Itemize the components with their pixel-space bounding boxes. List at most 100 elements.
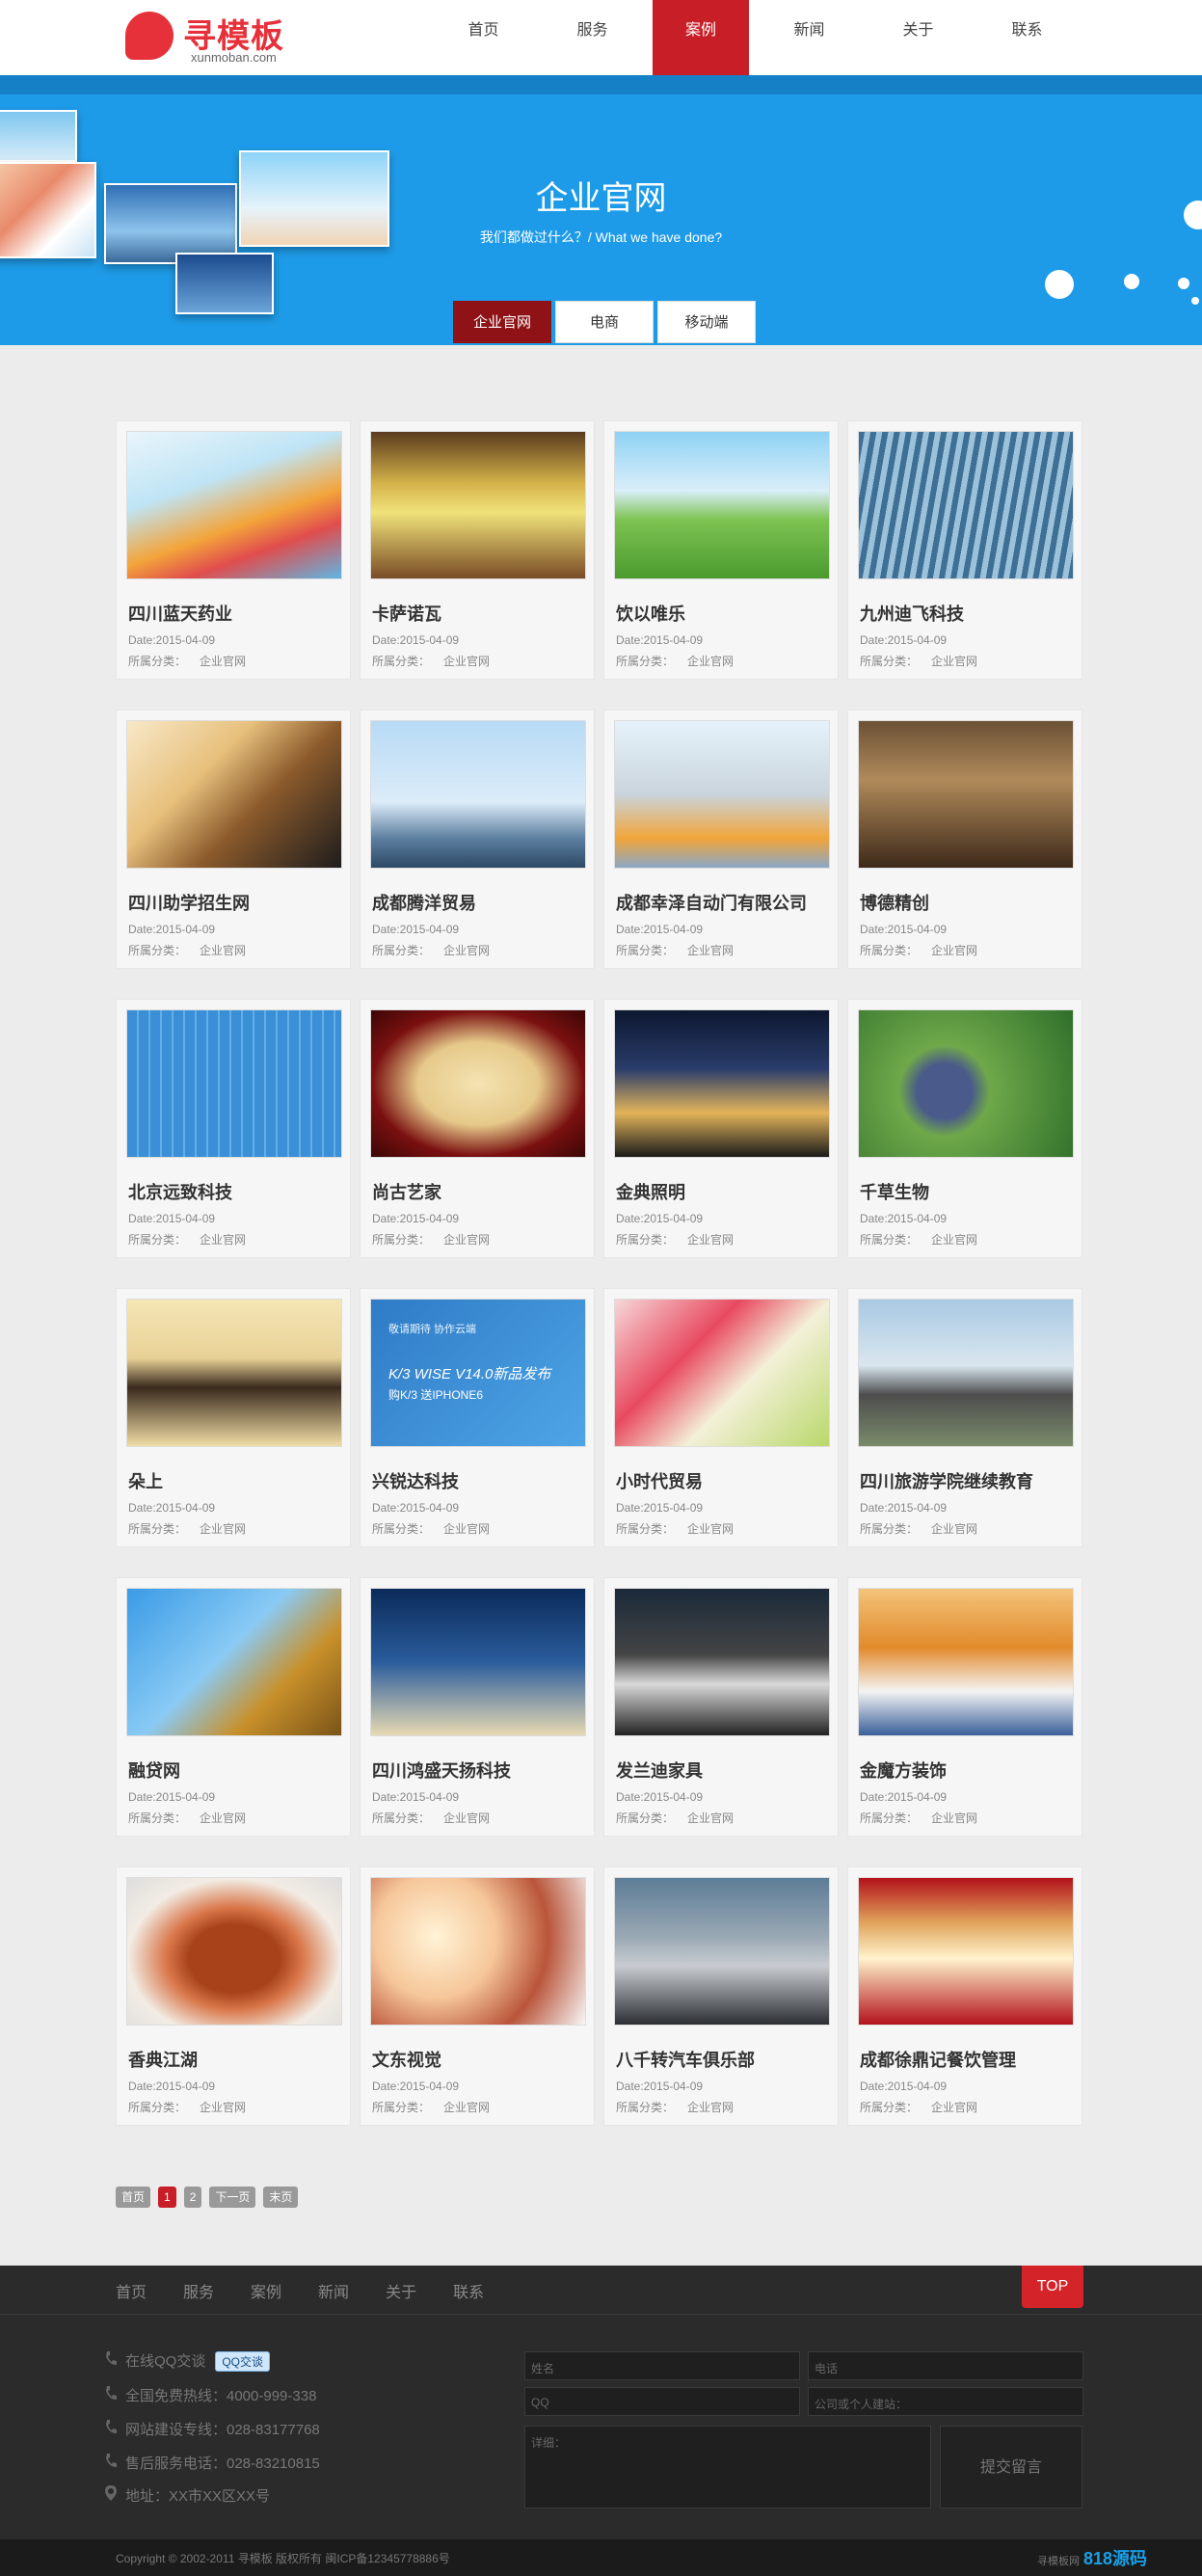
case-title[interactable]: 四川鸿盛天扬科技 [372,1758,511,1783]
case-title[interactable]: 融贷网 [128,1758,180,1783]
case-title[interactable]: 千草生物 [860,1179,929,1204]
case-category-value[interactable]: 企业官网 [931,944,977,957]
nav-services[interactable]: 服务 [538,0,647,75]
case-title[interactable]: 金魔方装饰 [860,1758,947,1783]
case-title[interactable]: 四川蓝天药业 [128,601,232,626]
case-title[interactable]: 香典江湖 [128,2047,198,2072]
case-category-value[interactable]: 企业官网 [200,1811,246,1825]
case-category-value[interactable]: 企业官网 [443,1233,490,1247]
tab-corporate[interactable]: 企业官网 [453,301,551,343]
case-card[interactable]: 四川蓝天药业 Date:2015-04-09 所属分类： 企业官网 [116,420,351,680]
case-category-value[interactable]: 企业官网 [687,655,734,668]
case-category-value[interactable]: 企业官网 [443,2101,490,2114]
case-thumbnail[interactable] [126,1588,342,1736]
case-thumbnail[interactable] [126,1877,342,2026]
case-thumbnail[interactable] [370,1588,586,1736]
page-2[interactable]: 2 [183,2187,202,2208]
nav-news[interactable]: 新闻 [755,0,864,75]
footer-nav-cases[interactable]: 案例 [251,2279,281,2302]
case-thumbnail[interactable] [614,1299,830,1447]
case-category-value[interactable]: 企业官网 [200,655,246,668]
case-card[interactable]: 九州迪飞科技 Date:2015-04-09 所属分类： 企业官网 [847,420,1082,680]
case-card[interactable]: 金魔方装饰 Date:2015-04-09 所属分类： 企业官网 [847,1577,1082,1837]
nav-cases[interactable]: 案例 [653,0,749,75]
qq-input[interactable]: QQ [524,2387,800,2416]
case-thumbnail[interactable] [370,1009,586,1158]
case-card[interactable]: 香典江湖 Date:2015-04-09 所属分类： 企业官网 [116,1866,351,2126]
case-card[interactable]: 尚古艺家 Date:2015-04-09 所属分类： 企业官网 [360,999,595,1258]
case-thumbnail[interactable] [614,1588,830,1736]
case-thumbnail[interactable] [858,1299,1074,1447]
case-category-value[interactable]: 企业官网 [200,1233,246,1247]
case-thumbnail[interactable] [858,1877,1074,2026]
case-category-value[interactable]: 企业官网 [443,944,490,957]
case-card[interactable]: 融贷网 Date:2015-04-09 所属分类： 企业官网 [116,1577,351,1837]
case-category-value[interactable]: 企业官网 [687,1233,734,1247]
case-card[interactable]: 敬请期待 协作云端 K/3 WISE V14.0新品发布 购K/3 送IPHONE6… [360,1288,595,1547]
case-title[interactable]: 小时代贸易 [616,1468,703,1493]
case-category-value[interactable]: 企业官网 [443,655,490,668]
case-category-value[interactable]: 企业官网 [443,1811,490,1825]
case-card[interactable]: 文东视觉 Date:2015-04-09 所属分类： 企业官网 [360,1866,595,2126]
case-card[interactable]: 金典照明 Date:2015-04-09 所属分类： 企业官网 [603,999,839,1258]
case-thumbnail[interactable] [614,1877,830,2026]
case-category-value[interactable]: 企业官网 [931,1811,977,1825]
footer-nav-home[interactable]: 首页 [116,2279,147,2302]
case-card[interactable]: 小时代贸易 Date:2015-04-09 所属分类： 企业官网 [603,1288,839,1547]
nav-home[interactable]: 首页 [429,0,538,75]
case-category-value[interactable]: 企业官网 [443,1522,490,1536]
case-card[interactable]: 四川旅游学院继续教育 Date:2015-04-09 所属分类： 企业官网 [847,1288,1082,1547]
case-title[interactable]: 八千转汽车俱乐部 [616,2047,755,2072]
case-thumbnail[interactable] [126,720,342,869]
case-title[interactable]: 尚古艺家 [372,1179,441,1204]
case-thumbnail[interactable]: 敬请期待 协作云端 K/3 WISE V14.0新品发布 购K/3 送IPHONE6 [370,1299,586,1447]
tab-ecommerce[interactable]: 电商 [555,301,654,343]
case-title[interactable]: 博德精创 [860,890,929,915]
site-input[interactable]: 公司或个人建站： [808,2387,1083,2416]
submit-message-button[interactable]: 提交留言 [940,2426,1082,2509]
case-title[interactable]: 兴锐达科技 [372,1468,459,1493]
case-thumbnail[interactable] [126,1299,342,1447]
case-card[interactable]: 成都腾洋贸易 Date:2015-04-09 所属分类： 企业官网 [360,710,595,969]
case-title[interactable]: 发兰迪家具 [616,1758,703,1783]
case-card[interactable]: 八千转汽车俱乐部 Date:2015-04-09 所属分类： 企业官网 [603,1866,839,2126]
name-input[interactable]: 姓名 [524,2351,800,2380]
case-thumbnail[interactable] [126,431,342,579]
case-category-value[interactable]: 企业官网 [687,2101,734,2114]
logo[interactable]: 寻模板 xunmoban.com [125,10,289,65]
nav-contact[interactable]: 联系 [973,0,1082,75]
case-category-value[interactable]: 企业官网 [931,1522,977,1536]
case-title[interactable]: 朵上 [128,1468,163,1493]
case-category-value[interactable]: 企业官网 [931,655,977,668]
case-title[interactable]: 成都腾洋贸易 [372,890,476,915]
case-thumbnail[interactable] [614,720,830,869]
case-thumbnail[interactable] [858,431,1074,579]
case-card[interactable]: 成都幸泽自动门有限公司 Date:2015-04-09 所属分类： 企业官网 [603,710,839,969]
page-last[interactable]: 末页 [263,2187,299,2208]
case-category-value[interactable]: 企业官网 [687,1811,734,1825]
case-thumbnail[interactable] [614,431,830,579]
case-card[interactable]: 发兰迪家具 Date:2015-04-09 所属分类： 企业官网 [603,1577,839,1837]
case-title[interactable]: 金典照明 [616,1179,685,1204]
case-title[interactable]: 成都徐鼎记餐饮管理 [860,2047,1016,2072]
footer-nav-about[interactable]: 关于 [386,2279,416,2302]
case-card[interactable]: 饮以唯乐 Date:2015-04-09 所属分类： 企业官网 [603,420,839,680]
case-thumbnail[interactable] [858,1588,1074,1736]
case-title[interactable]: 文东视觉 [372,2047,441,2072]
case-card[interactable]: 卡萨诺瓦 Date:2015-04-09 所属分类： 企业官网 [360,420,595,680]
nav-about[interactable]: 关于 [864,0,973,75]
case-card[interactable]: 博德精创 Date:2015-04-09 所属分类： 企业官网 [847,710,1082,969]
case-title[interactable]: 卡萨诺瓦 [372,601,441,626]
case-title[interactable]: 成都幸泽自动门有限公司 [616,890,807,915]
page-1[interactable]: 1 [158,2187,176,2208]
case-card[interactable]: 朵上 Date:2015-04-09 所属分类： 企业官网 [116,1288,351,1547]
case-thumbnail[interactable] [370,720,586,869]
page-first[interactable]: 首页 [116,2187,151,2208]
phone-input[interactable]: 电话 [808,2351,1083,2380]
case-card[interactable]: 千草生物 Date:2015-04-09 所属分类： 企业官网 [847,999,1082,1258]
footer-nav-services[interactable]: 服务 [183,2279,214,2302]
qq-chat-button[interactable]: QQ交谈 [215,2351,271,2372]
brand-badge[interactable]: 寻模板网 818源码 [1037,2545,1147,2570]
case-thumbnail[interactable] [858,1009,1074,1158]
case-category-value[interactable]: 企业官网 [931,1233,977,1247]
